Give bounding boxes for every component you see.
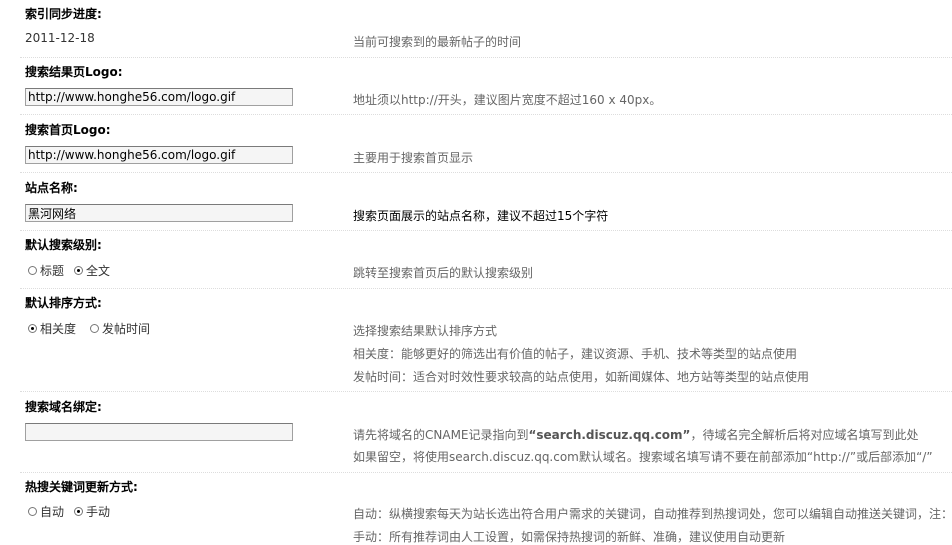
default-level-tip: 跳转至搜索首页后的默认搜索级别	[353, 266, 534, 280]
default-sort-title: 默认排序方式:	[25, 296, 102, 310]
result-logo-input[interactable]	[25, 88, 293, 106]
tip-text: ，待域名完全解析后将对应域名填写到此处	[690, 428, 919, 442]
default-sort-tip-3: 发帖时间：适合对时效性要求较高的站点使用，如新闻媒体、地方站等类型的站点使用	[353, 370, 810, 384]
result-logo-tip: 地址须以http://开头，建议图片宽度不超过160 x 40px。	[353, 93, 662, 107]
radio-label: 全文	[86, 264, 111, 278]
home-logo-tip: 主要用于搜索首页显示	[353, 151, 474, 165]
default-sort-tip-2: 相关度：能够更好的筛选出有价值的帖子，建议资源、手机、技术等类型的站点使用	[353, 347, 798, 361]
radio-circle[interactable]	[28, 507, 37, 516]
radio-circle[interactable]	[28, 266, 37, 275]
domain-bind-tip-1: 请先将域名的CNAME记录指向到“search.discuz.qq.com”，待…	[353, 426, 918, 443]
hot-keyword-tip-2: 手动：所有推荐词由人工设置，如需保持热搜词的新鲜、准确，建议使用自动更新	[353, 530, 786, 544]
tip-text: 请先将域名的CNAME记录指向到	[353, 428, 529, 442]
default-level-radio-group: 标题 全文	[28, 262, 110, 279]
radio-sort-time[interactable]: 发帖时间	[90, 320, 150, 337]
default-sort-radio-group: 相关度 发帖时间	[28, 320, 150, 337]
radio-level-fulltext[interactable]: 全文	[74, 262, 110, 279]
home-logo-input[interactable]	[25, 146, 293, 164]
site-name-tip: 搜索页面展示的站点名称，建议不超过15个字符	[353, 209, 609, 223]
site-name-title: 站点名称:	[25, 181, 78, 195]
radio-level-title[interactable]: 标题	[28, 262, 64, 279]
result-logo-title: 搜索结果页Logo:	[25, 65, 123, 79]
radio-label: 自动	[40, 505, 65, 519]
radio-circle[interactable]	[90, 324, 100, 333]
domain-bind-tip-2: 如果留空，将使用search.discuz.qq.com默认域名。搜索域名填写请…	[353, 450, 933, 464]
radio-circle-selected[interactable]	[74, 266, 84, 275]
divider	[20, 472, 952, 473]
site-name-input[interactable]	[25, 204, 293, 222]
index-progress-title: 索引同步进度:	[25, 7, 102, 21]
index-progress-value: 2011-12-18	[25, 31, 95, 45]
radio-label: 标题	[40, 264, 65, 278]
radio-sort-relevance[interactable]: 相关度	[28, 320, 76, 337]
hot-keyword-radio-group: 自动 手动	[28, 503, 110, 520]
divider	[20, 57, 952, 58]
index-progress-tip: 当前可搜索到的最新帖子的时间	[353, 35, 522, 49]
domain-bind-title: 搜索域名绑定:	[25, 400, 102, 414]
radio-label: 相关度	[40, 322, 77, 336]
tip-strong-domain: “search.discuz.qq.com”	[528, 428, 691, 442]
default-level-title: 默认搜索级别:	[25, 238, 102, 252]
hot-keyword-title: 热搜关键词更新方式:	[25, 480, 138, 494]
home-logo-title: 搜索首页Logo:	[25, 123, 111, 137]
divider	[20, 391, 952, 392]
radio-hot-auto[interactable]: 自动	[28, 503, 64, 520]
radio-label: 手动	[86, 505, 111, 519]
domain-bind-input[interactable]	[25, 423, 293, 441]
radio-circle-selected[interactable]	[28, 324, 37, 333]
divider	[20, 288, 952, 289]
radio-circle-selected[interactable]	[74, 507, 84, 516]
divider	[20, 172, 952, 173]
radio-hot-manual[interactable]: 手动	[74, 503, 110, 520]
divider	[20, 230, 952, 231]
hot-keyword-tip-1: 自动：纵横搜索每天为站长选出符合用户需求的关键词，自动推荐到热搜词处，您可以编辑…	[353, 507, 952, 521]
divider	[20, 114, 952, 115]
radio-label: 发帖时间	[102, 322, 151, 336]
default-sort-tip-1: 选择搜索结果默认排序方式	[353, 324, 498, 338]
